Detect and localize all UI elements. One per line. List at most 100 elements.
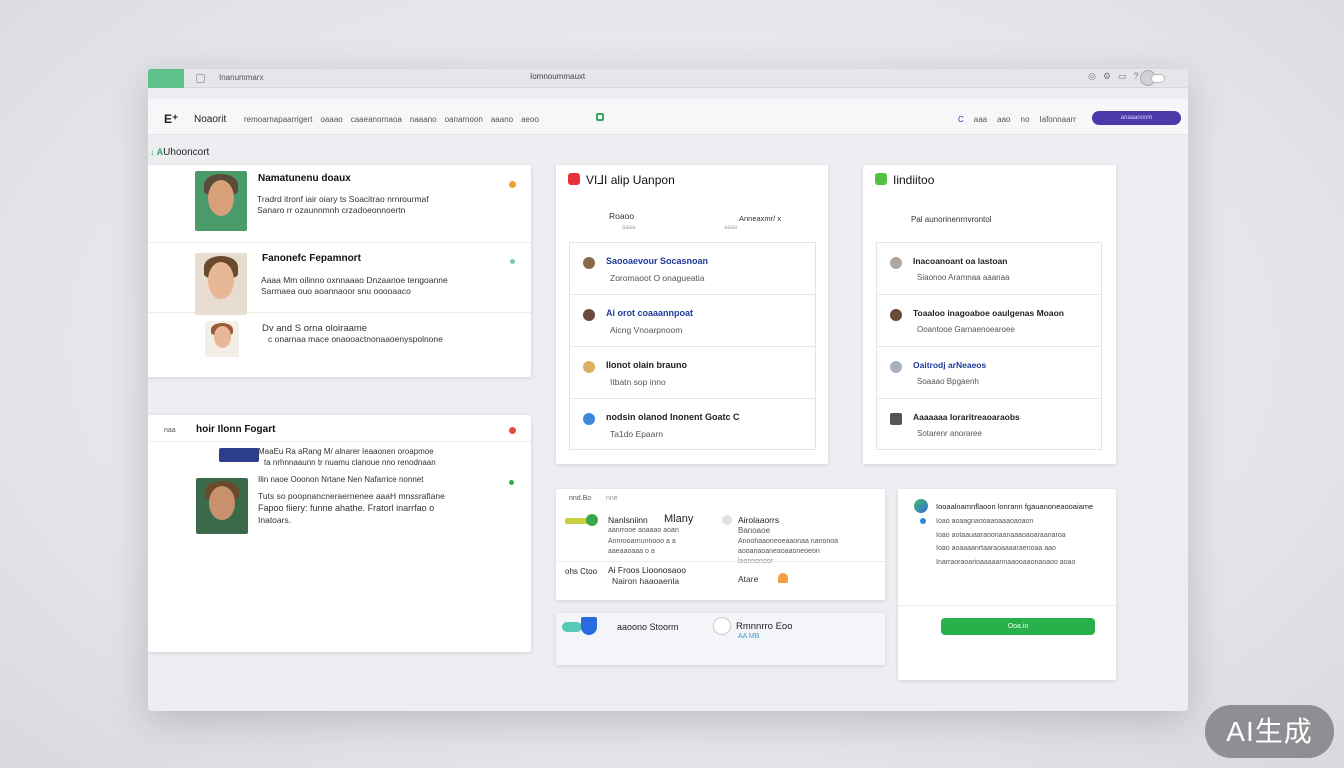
list-panel: VI⅃I alip Uanpon Roaoo aaaa Anneaxmr/ x … [556, 165, 828, 464]
product-brand[interactable]: Mlany [664, 513, 693, 525]
list-item-title: Ai orot coaaannpoat [606, 308, 694, 318]
checklist-panel: Iooaalnamnflaoon lonrann fgauanoneaooaia… [898, 489, 1116, 680]
app-icon [875, 173, 887, 185]
header-links: C aaa aao no Iafonnaarr [958, 115, 1076, 124]
logo-icon[interactable]: E⁺ [164, 112, 178, 126]
confirm-button[interactable]: Ooa.io [941, 618, 1095, 635]
row-action[interactable]: Atare [738, 574, 758, 584]
feed-item-text: Dv and S orna oloiraame [262, 323, 368, 334]
tab-icon [196, 74, 205, 83]
chat-message[interactable]: Ilin naoe Ooonon Nrtane Nen Nafarrice no… [148, 472, 531, 540]
checklist-item[interactable]: Ioao aoaaaanrtaaraoaaaaraenoaa aao [936, 545, 1056, 552]
chat-message[interactable]: MaaEu Ra aRang M/ alnarer Ieaaonen oroap… [148, 442, 531, 468]
gear-icon[interactable]: ⚙ [1103, 71, 1111, 82]
list-item[interactable]: Oaitrodj arNeaeos Soaaao Bpgaenh [877, 347, 1101, 399]
window-icon[interactable]: ▭ [1118, 71, 1127, 82]
chat-text: Tuts so poopnancneraernenee aaaH mnssraf… [258, 491, 445, 501]
list-item[interactable]: Aaaaaaa Ioraritreaoaraobs Sotarenr anora… [877, 399, 1101, 451]
nav-item[interactable]: oanarnoon [445, 115, 483, 124]
ai-generated-badge: AI生成 [1205, 705, 1334, 758]
user-icon [890, 257, 902, 269]
help-icon[interactable]: ? [1133, 71, 1138, 82]
column-header[interactable]: Anneaxmr/ x [739, 214, 781, 223]
target-icon[interactable]: ◎ [1088, 71, 1096, 82]
checklist-item[interactable]: Ioao aotaauaaraoonaanaaaoaoaraanaroa [936, 532, 1066, 539]
nav-item[interactable]: aaano [491, 115, 513, 124]
user-icon [583, 361, 595, 373]
primary-cta-button[interactable]: anaaanoom [1092, 111, 1181, 125]
list-item-title: Saooaevour Socasnoan [606, 256, 709, 266]
nav-item[interactable]: oaaao [320, 115, 342, 124]
list: Saooaevour Socasnoan Zoromaoot O onaguea… [569, 242, 816, 450]
feed-item-text: Sanaro rr ozaunnmnh crzadoeonnoertn [257, 205, 406, 215]
list-item-title: Oaitrodj arNeaeos [913, 360, 987, 370]
avatar [196, 478, 248, 534]
panel-header: nnd.Bo [569, 495, 592, 502]
product-name[interactable]: Nanlsniinn [608, 515, 648, 525]
browser-tab[interactable]: Inanummarx [219, 73, 263, 82]
nav-status-icon [596, 113, 604, 121]
info-icon [722, 515, 732, 525]
list-item-title: Aaaaaaa Ioraritreaoaraobs [913, 412, 1020, 422]
list-item-title: Toaaloo inagoaboe oaulgenas Moaon [913, 308, 1064, 318]
list-item[interactable]: Saooaevour Socasnoan Zoromaoot O onaguea… [570, 243, 815, 295]
feed-card: Namatunenu doaux Tradrd itronf iair oiar… [148, 165, 531, 377]
storage-label[interactable]: aaoono Stoorm [617, 622, 679, 632]
list-item[interactable]: Toaaloo inagoaboe oaulgenas Moaon Ooanto… [877, 295, 1101, 347]
chat-text: MaaEu Ra aRang M/ alnarer Ieaaonen oroap… [258, 447, 434, 456]
nav-item[interactable]: caaeanornaoa [351, 115, 402, 124]
feed-item[interactable]: Namatunenu doaux Tradrd itronf iair oiar… [148, 165, 531, 243]
toggle-switch[interactable] [1151, 74, 1165, 83]
feed-item[interactable]: Dv and S orna oloiraame c onarnaa mace o… [148, 313, 531, 357]
feed-item[interactable]: Fanonefc Fepamnort Aaaa Mm oilinno oxnna… [148, 243, 531, 315]
row-name[interactable]: Ai Froos Lioonosaoo [608, 565, 686, 575]
nav-item[interactable]: aeoo [521, 115, 539, 124]
list-item-subtitle: Ooantooe Garnaenoearoee [917, 325, 1015, 334]
list-item-title: nodsin olanod Inonent Goatc C [606, 412, 740, 422]
feed-item-text: Sarmaea ouo aoannaoor snu ooooaaco [261, 286, 411, 296]
user-icon [583, 309, 595, 321]
list-item[interactable]: Ai orot coaaannpoat Aicng Vnoarpnoom [570, 295, 815, 347]
clock-icon [713, 617, 731, 635]
panel-title: VI⅃I alip Uanpon [568, 173, 675, 187]
storage-label[interactable]: Rmnnrro Eoo [736, 621, 793, 632]
header-link[interactable]: C [958, 115, 964, 124]
feed-item-text: Aaaa Mm oilinno oxnnaaao Dnzaanoe tengoa… [261, 275, 448, 285]
nav-item[interactable]: remoarnapaarrigert [244, 115, 312, 124]
mushroom-icon [778, 573, 788, 583]
brand-name[interactable]: Noaorit [194, 114, 226, 125]
attachment-thumb [219, 448, 259, 462]
chat-prefix: naa [164, 427, 176, 434]
feed-item-text: c onarnaa mace onaooactnonaaoenyspolnone [268, 334, 443, 344]
list-item[interactable]: Ilonot olain brauno Itbatn sop inno [570, 347, 815, 399]
section-mark: ↓ A [150, 147, 164, 157]
panel-title: Iindiitoo [875, 173, 934, 187]
nav-item[interactable]: naaano [410, 115, 437, 124]
header-link[interactable]: aaa [974, 115, 987, 124]
list-item[interactable]: nodsin olanod Inonent Goatc C Ta1do Epaa… [570, 399, 815, 451]
address-bar[interactable]: Iomnoummauxt [530, 72, 585, 81]
status-dot [509, 427, 516, 434]
header-link[interactable]: Iafonnaarr [1039, 115, 1075, 124]
app-window: Inanummarx Iomnoummauxt ◎ ⚙ ▭ ? E⁺ Noaor… [148, 69, 1188, 711]
avatar [195, 171, 247, 231]
list-item[interactable]: Inacoanoant oa lastoan Siaonoo Aramnaa a… [877, 243, 1101, 295]
title-bar: Inanummarx Iomnoummauxt ◎ ⚙ ▭ ? [148, 69, 1188, 88]
feed-item-text: Tradrd itronf iair oiary ts Soacitrao nr… [257, 194, 429, 204]
feed-item-title: Fanonefc Fepamnort [262, 253, 361, 264]
status-dot [920, 518, 926, 524]
checklist-item[interactable]: Ioao aoaagnaooaaoaaaoaoaon [936, 518, 1033, 525]
column-header[interactable]: Pal aunorinenrnvrontol [911, 215, 992, 224]
globe-icon [583, 413, 595, 425]
list-item-subtitle: Ta1do Epaarn [610, 429, 663, 439]
header-link[interactable]: aao [997, 115, 1010, 124]
chat-card: naa hoir Ilonn Fogart MaaEu Ra aRang M/ … [148, 415, 531, 652]
shield-icon [581, 617, 597, 635]
column-header[interactable]: Roaoo [609, 211, 634, 221]
header-link[interactable]: no [1021, 115, 1030, 124]
chat-text: Inatoars. [258, 515, 292, 525]
list-item-subtitle: Zoromaoot O onagueatia [610, 273, 705, 283]
chat-title: hoir Ilonn Fogart [196, 424, 276, 435]
checklist-item[interactable]: Inarraoraoarioaaaaannaaooaaonaoaoo aoao [936, 559, 1075, 566]
list-item-subtitle: Siaonoo Aramnaa aaanaa [917, 273, 1010, 282]
